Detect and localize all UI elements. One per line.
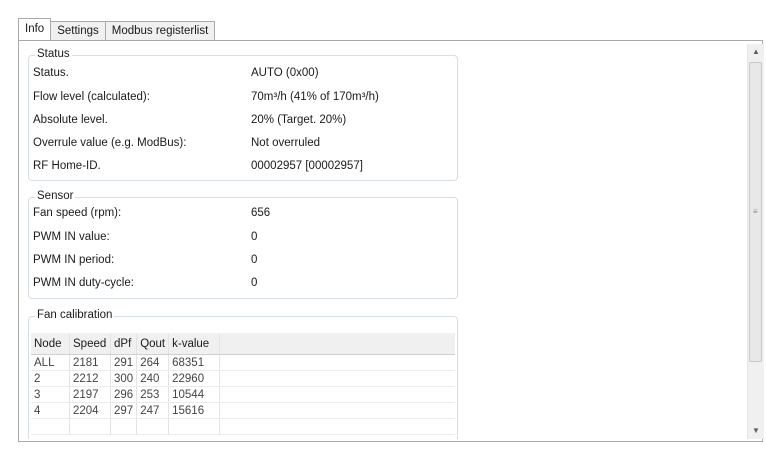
column-header-qout[interactable]: Qout: [136, 333, 170, 355]
table-cell: 2204: [69, 402, 111, 419]
sensor-group-title: Sensor: [35, 190, 76, 202]
table-row[interactable]: 2 2212 300 240 22960: [31, 370, 455, 387]
table-cell: 3: [31, 386, 70, 403]
column-header-speed[interactable]: Speed: [69, 333, 111, 355]
sensor-group: Sensor Fan speed (rpm): 656 PWM IN value…: [28, 190, 458, 299]
overrule-value-value: Not overruled: [251, 137, 321, 149]
table-header-row: Node Speed dPf Qout k-value: [31, 333, 455, 355]
status-row: Status. AUTO (0x00): [33, 63, 453, 83]
absolute-level-row: Absolute level. 20% (Target. 20%): [33, 110, 453, 130]
column-header-dpf[interactable]: dPf: [110, 333, 138, 355]
column-header-k-value[interactable]: k-value: [168, 333, 221, 355]
table-cell-filler: [219, 386, 455, 403]
table-row[interactable]: 4 2204 297 247 15616: [31, 402, 455, 419]
overrule-value-label: Overrule value (e.g. ModBus):: [33, 137, 187, 149]
table-cell: [110, 418, 138, 435]
pwm-in-value-row: PWM IN value: 0: [33, 227, 453, 247]
scroll-up-icon[interactable]: ▲: [748, 44, 764, 60]
rf-home-id-value: 00002957 [00002957]: [251, 160, 363, 172]
pwm-in-duty-cycle-label: PWM IN duty-cycle:: [33, 277, 134, 289]
rf-home-id-label: RF Home-ID.: [33, 160, 101, 172]
table-cell-filler: [219, 370, 455, 387]
table-cell: [31, 418, 70, 435]
table-cell-filler: [219, 354, 455, 371]
table-cell: 15616: [168, 402, 221, 419]
table-row-empty: [31, 418, 455, 435]
status-label: Status.: [33, 67, 69, 79]
table-cell: 264: [136, 354, 170, 371]
fan-speed-label: Fan speed (rpm):: [33, 207, 122, 219]
tab-modbus-registerlist[interactable]: Modbus registerlist: [104, 21, 216, 40]
table-cell: [168, 418, 221, 435]
table-cell: 2181: [69, 354, 111, 371]
table-cell: 68351: [168, 354, 221, 371]
table-cell: 291: [110, 354, 138, 371]
column-header-node[interactable]: Node: [31, 333, 70, 355]
table-row[interactable]: ALL 2181 291 264 68351: [31, 354, 455, 371]
fan-calibration-group: Fan calibration Node Speed dPf Qout k-va…: [28, 309, 458, 439]
table-cell-filler: [219, 402, 455, 419]
flow-level-value: 70m³/h (41% of 170m³/h): [251, 91, 379, 103]
table-cell: 253: [136, 386, 170, 403]
table-cell: 297: [110, 402, 138, 419]
fan-calibration-table[interactable]: Node Speed dPf Qout k-value ALL 2181 291…: [31, 333, 455, 435]
grip-icon: ≡: [753, 207, 758, 216]
vertical-scrollbar[interactable]: ▲ ≡ ▼: [747, 44, 764, 439]
table-cell: 22960: [168, 370, 221, 387]
pwm-in-period-label: PWM IN period:: [33, 254, 115, 266]
pwm-in-duty-cycle-row: PWM IN duty-cycle: 0: [33, 273, 453, 293]
table-cell: 4: [31, 402, 70, 419]
column-header-filler: [219, 333, 455, 355]
table-cell: 240: [136, 370, 170, 387]
table-cell: 2212: [69, 370, 111, 387]
table-cell: ALL: [31, 354, 70, 371]
scroll-down-icon[interactable]: ▼: [748, 423, 764, 439]
scroll-content: Status Status. AUTO (0x00) Flow level (c…: [22, 44, 742, 439]
table-cell: 2197: [69, 386, 111, 403]
fan-calibration-group-title: Fan calibration: [35, 309, 115, 321]
table-cell: [136, 418, 170, 435]
status-group-title: Status: [35, 48, 72, 60]
pwm-in-period-row: PWM IN period: 0: [33, 250, 453, 270]
pwm-in-duty-cycle-value: 0: [251, 277, 258, 289]
tab-info[interactable]: Info: [18, 18, 52, 40]
table-cell: 2: [31, 370, 70, 387]
tab-settings[interactable]: Settings: [50, 21, 106, 40]
status-group: Status Status. AUTO (0x00) Flow level (c…: [28, 48, 458, 181]
absolute-level-label: Absolute level.: [33, 114, 108, 126]
table-cell: 296: [110, 386, 138, 403]
flow-level-label: Flow level (calculated):: [33, 91, 150, 103]
fan-speed-row: Fan speed (rpm): 656: [33, 203, 453, 223]
info-tab-panel: Status Status. AUTO (0x00) Flow level (c…: [18, 40, 764, 442]
pwm-in-value-value: 0: [251, 231, 258, 243]
scrollbar-thumb[interactable]: ≡: [749, 62, 762, 362]
table-cell-filler: [219, 418, 455, 435]
table-row[interactable]: 3 2197 296 253 10544: [31, 386, 455, 403]
table-cell: 300: [110, 370, 138, 387]
flow-level-row: Flow level (calculated): 70m³/h (41% of …: [33, 87, 453, 107]
overrule-value-row: Overrule value (e.g. ModBus): Not overru…: [33, 133, 453, 153]
table-cell: 10544: [168, 386, 221, 403]
status-value: AUTO (0x00): [251, 67, 319, 79]
absolute-level-value: 20% (Target. 20%): [251, 114, 347, 126]
fan-speed-value: 656: [251, 207, 271, 219]
rf-home-id-row: RF Home-ID. 00002957 [00002957]: [33, 156, 453, 176]
tab-strip: Info Settings Modbus registerlist: [18, 18, 216, 40]
table-cell: [69, 418, 111, 435]
table-cell: 247: [136, 402, 170, 419]
pwm-in-value-label: PWM IN value:: [33, 231, 110, 243]
pwm-in-period-value: 0: [251, 254, 258, 266]
